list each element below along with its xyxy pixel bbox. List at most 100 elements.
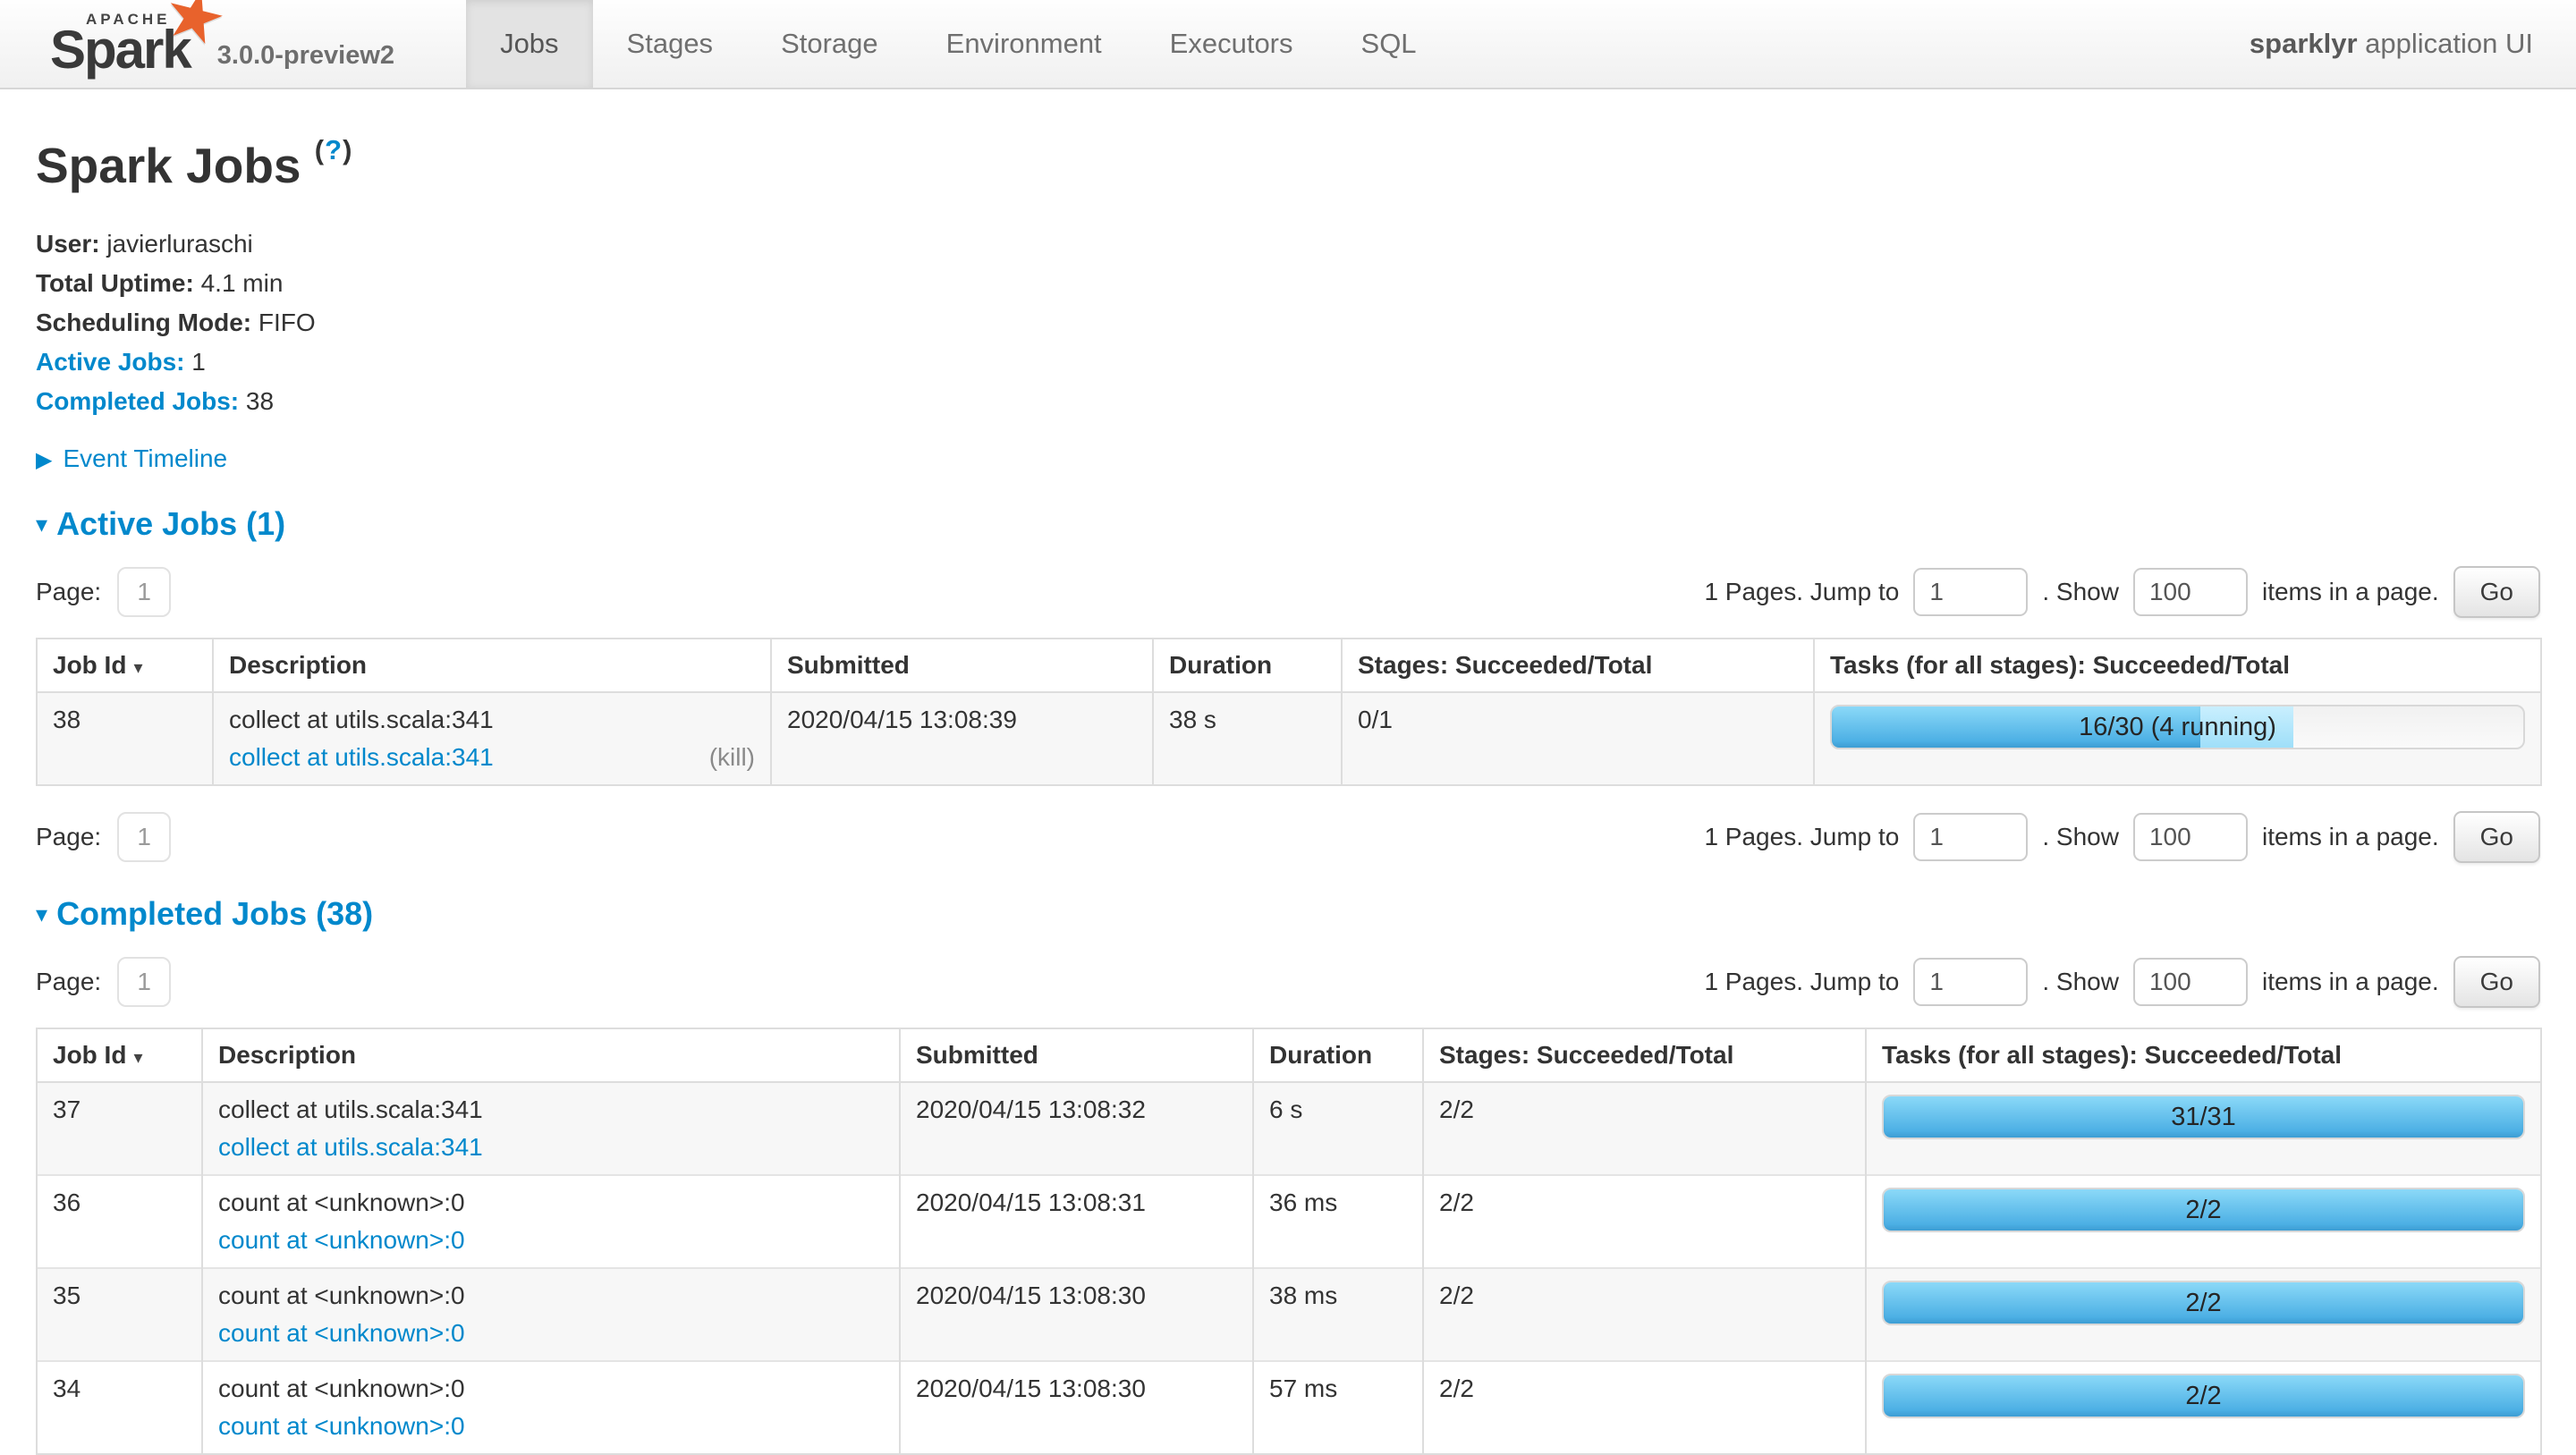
cell-description: count at <unknown>:0 count at <unknown>:…: [202, 1175, 900, 1268]
page-number-button[interactable]: 1: [117, 812, 171, 862]
show-label: . Show: [2042, 823, 2119, 851]
description-text: count at <unknown>:0: [218, 1277, 884, 1315]
page-title: Spark Jobs (?): [36, 134, 2540, 194]
progress-label: 2/2: [1884, 1282, 2523, 1324]
collapse-right-icon: ▶: [36, 448, 52, 472]
pagination-controls: 1 Pages. Jump to . Show items in a page.…: [1704, 566, 2540, 618]
col-stages[interactable]: Stages: Succeeded/Total: [1342, 639, 1814, 692]
collapse-down-icon: ▾: [36, 901, 47, 927]
description-link[interactable]: collect at utils.scala:341: [229, 739, 494, 776]
page-number-button[interactable]: 1: [117, 957, 171, 1007]
description-text: count at <unknown>:0: [218, 1370, 884, 1408]
active-jobs-heading[interactable]: ▾Active Jobs (1): [36, 505, 2540, 543]
cell-job-id: 37: [37, 1082, 202, 1175]
tab-stages[interactable]: Stages: [593, 0, 748, 88]
description-link[interactable]: count at <unknown>:0: [218, 1315, 465, 1352]
cell-stages: 2/2: [1423, 1082, 1866, 1175]
help-icon[interactable]: (?): [315, 134, 353, 165]
summary-scheduling-mode: Scheduling Mode: FIFO: [36, 303, 2540, 343]
items-per-page-input[interactable]: [2133, 958, 2248, 1006]
cell-job-id: 38: [37, 692, 213, 785]
tab-environment[interactable]: Environment: [912, 0, 1136, 88]
go-button[interactable]: Go: [2453, 811, 2540, 863]
items-per-page-input[interactable]: [2133, 813, 2248, 861]
col-submitted[interactable]: Submitted: [900, 1028, 1253, 1082]
kill-link[interactable]: (kill): [709, 739, 755, 776]
cell-duration: 36 ms: [1253, 1175, 1423, 1268]
col-job-id[interactable]: Job Id▾: [37, 1028, 202, 1082]
page-label: Page:: [36, 823, 101, 851]
tab-storage[interactable]: Storage: [747, 0, 912, 88]
tasks-progress-bar: 16/30 (4 running): [1830, 705, 2525, 749]
cell-job-id: 34: [37, 1361, 202, 1454]
description-text: collect at utils.scala:341: [229, 701, 755, 739]
progress-label: 2/2: [1884, 1189, 2523, 1231]
cell-submitted: 2020/04/15 13:08:31: [900, 1175, 1253, 1268]
col-tasks[interactable]: Tasks (for all stages): Succeeded/Total: [1866, 1028, 2541, 1082]
go-button[interactable]: Go: [2453, 956, 2540, 1008]
col-description[interactable]: Description: [213, 639, 771, 692]
cell-job-id: 36: [37, 1175, 202, 1268]
completed-jobs-heading[interactable]: ▾Completed Jobs (38): [36, 895, 2540, 933]
pages-jump-label: 1 Pages. Jump to: [1704, 823, 1899, 851]
description-link[interactable]: count at <unknown>:0: [218, 1408, 465, 1445]
pages-jump-label: 1 Pages. Jump to: [1704, 968, 1899, 996]
col-job-id[interactable]: Job Id▾: [37, 639, 213, 692]
cell-stages: 0/1: [1342, 692, 1814, 785]
jump-to-page-input[interactable]: [1913, 568, 2028, 616]
description-link[interactable]: count at <unknown>:0: [218, 1222, 465, 1259]
col-submitted[interactable]: Submitted: [771, 639, 1153, 692]
description-link[interactable]: collect at utils.scala:341: [218, 1129, 483, 1166]
summary-active-jobs: Active Jobs: 1: [36, 343, 2540, 382]
col-description[interactable]: Description: [202, 1028, 900, 1082]
cell-tasks: 31/31: [1866, 1082, 2541, 1175]
col-duration[interactable]: Duration: [1253, 1028, 1423, 1082]
completed-jobs-link[interactable]: Completed Jobs:: [36, 387, 239, 415]
tasks-progress-bar: 2/2: [1882, 1188, 2525, 1232]
completed-jobs-table: Job Id▾ Description Submitted Duration S…: [36, 1028, 2542, 1455]
cell-description: count at <unknown>:0 count at <unknown>:…: [202, 1361, 900, 1454]
page-number-button[interactable]: 1: [117, 567, 171, 617]
pages-jump-label: 1 Pages. Jump to: [1704, 578, 1899, 606]
active-jobs-link[interactable]: Active Jobs:: [36, 348, 185, 376]
tasks-progress-bar: 31/31: [1882, 1095, 2525, 1139]
jump-to-page-input[interactable]: [1913, 813, 2028, 861]
tab-executors[interactable]: Executors: [1136, 0, 1327, 88]
table-row: 35 count at <unknown>:0 count at <unknow…: [37, 1268, 2541, 1361]
cell-description: collect at utils.scala:341 collect at ut…: [202, 1082, 900, 1175]
cell-submitted: 2020/04/15 13:08:30: [900, 1268, 1253, 1361]
go-button[interactable]: Go: [2453, 566, 2540, 618]
cell-job-id: 35: [37, 1268, 202, 1361]
tab-jobs[interactable]: Jobs: [466, 0, 592, 88]
items-per-page-input[interactable]: [2133, 568, 2248, 616]
cell-submitted: 2020/04/15 13:08:30: [900, 1361, 1253, 1454]
tasks-progress-bar: 2/2: [1882, 1374, 2525, 1418]
table-row: 34 count at <unknown>:0 count at <unknow…: [37, 1361, 2541, 1454]
cell-stages: 2/2: [1423, 1268, 1866, 1361]
sort-arrow-icon: ▾: [133, 658, 142, 678]
completed-pagination-top: Page: 1 1 Pages. Jump to . Show items in…: [36, 956, 2540, 1008]
event-timeline-label: Event Timeline: [63, 444, 227, 472]
active-pagination-bottom: Page: 1 1 Pages. Jump to . Show items in…: [36, 811, 2540, 863]
cell-stages: 2/2: [1423, 1175, 1866, 1268]
items-label: items in a page.: [2262, 823, 2439, 851]
col-duration[interactable]: Duration: [1153, 639, 1342, 692]
cell-submitted: 2020/04/15 13:08:39: [771, 692, 1153, 785]
tab-sql[interactable]: SQL: [1327, 0, 1451, 88]
top-navbar: APACHE Spark ★ 3.0.0-preview2 Jobs Stage…: [0, 0, 2576, 89]
col-tasks[interactable]: Tasks (for all stages): Succeeded/Total: [1814, 639, 2541, 692]
sort-arrow-icon: ▾: [133, 1048, 142, 1068]
cell-stages: 2/2: [1423, 1361, 1866, 1454]
nav-tabs: Jobs Stages Storage Environment Executor…: [466, 0, 1450, 88]
jump-to-page-input[interactable]: [1913, 958, 2028, 1006]
cell-duration: 6 s: [1253, 1082, 1423, 1175]
show-label: . Show: [2042, 578, 2119, 606]
cell-tasks: 2/2: [1866, 1361, 2541, 1454]
active-jobs-table: Job Id▾ Description Submitted Duration S…: [36, 638, 2542, 786]
app-name: sparklyr: [2250, 28, 2358, 59]
progress-label: 16/30 (4 running): [1832, 706, 2523, 748]
items-label: items in a page.: [2262, 968, 2439, 996]
col-stages[interactable]: Stages: Succeeded/Total: [1423, 1028, 1866, 1082]
spark-brand: APACHE Spark ★ 3.0.0-preview2: [0, 0, 394, 88]
event-timeline-toggle[interactable]: ▶ Event Timeline: [36, 444, 2540, 473]
